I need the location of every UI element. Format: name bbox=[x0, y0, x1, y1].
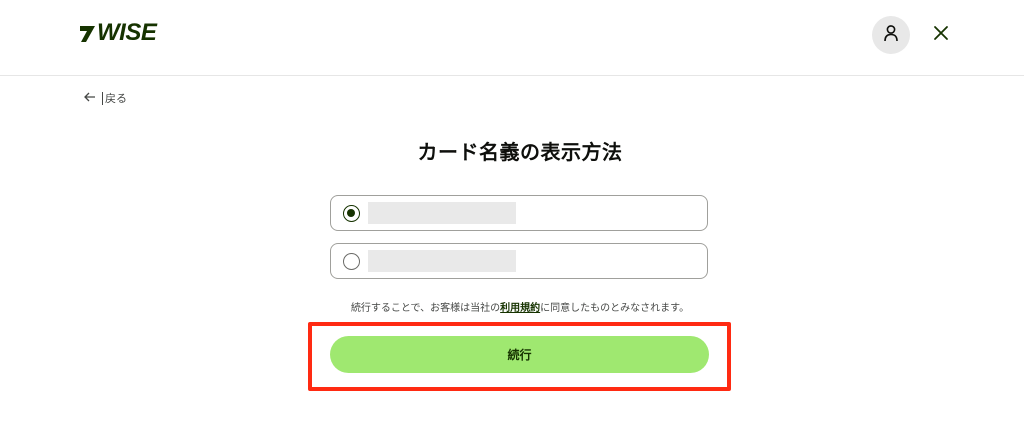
option-label-redacted bbox=[368, 250, 516, 272]
back-label: 戻る bbox=[105, 92, 127, 105]
top-header: WISE bbox=[0, 0, 1024, 76]
person-icon bbox=[883, 24, 899, 46]
arrow-left-icon bbox=[84, 92, 96, 105]
consent-before: 続行することで、お客様は当社の bbox=[350, 303, 501, 314]
wise-flag-icon bbox=[78, 23, 96, 43]
name-option-1[interactable] bbox=[330, 195, 708, 231]
consent-after: に同意したものとみなされます。 bbox=[540, 303, 690, 314]
consent-text: 続行することで、お客様は当社の利用規約に同意したものとみなされます。 bbox=[0, 299, 1024, 314]
radio-selected[interactable] bbox=[343, 205, 360, 222]
continue-button[interactable]: 続行 bbox=[330, 336, 709, 373]
radio-unselected[interactable] bbox=[343, 253, 360, 270]
close-icon bbox=[933, 25, 949, 45]
page-title: カード名義の表示方法 bbox=[417, 140, 623, 164]
logo-text: WISE bbox=[97, 19, 157, 46]
back-link[interactable]: 戻る bbox=[84, 88, 127, 108]
option-label-redacted bbox=[368, 202, 516, 224]
account-button[interactable] bbox=[872, 16, 910, 54]
page: WISE 戻る カード名義の表示方法 続行することで、お客様は当社の利用規約に同… bbox=[0, 0, 1024, 425]
close-button[interactable] bbox=[929, 23, 953, 47]
wise-logo[interactable]: WISE bbox=[78, 19, 157, 46]
terms-link[interactable]: 利用規約 bbox=[500, 303, 540, 314]
name-option-2[interactable] bbox=[330, 243, 708, 279]
text-cursor bbox=[102, 91, 103, 105]
